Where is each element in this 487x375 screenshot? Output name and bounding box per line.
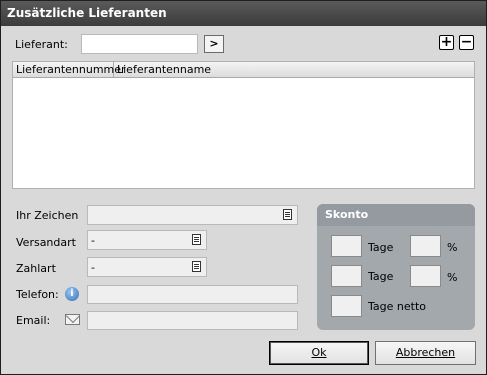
- column-header-lieferantenname[interactable]: Lieferantenname: [114, 62, 474, 78]
- skonto-title: Skonto: [317, 204, 475, 226]
- ok-button[interactable]: Ok: [269, 341, 369, 365]
- versandart-label: Versandart: [16, 236, 76, 249]
- skonto-percent-2[interactable]: [410, 265, 441, 287]
- email-field[interactable]: [87, 311, 298, 330]
- zahlart-value: -: [91, 261, 95, 274]
- window-title: Zusätzliche Lieferanten: [1, 1, 486, 26]
- document-list-icon[interactable]: [283, 209, 292, 220]
- lieferant-go-button[interactable]: >: [204, 35, 224, 53]
- column-header-lieferantennummer[interactable]: Lieferantennummer: [13, 62, 126, 78]
- skonto-days-1-label: Tage: [368, 241, 394, 254]
- email-label: Email:: [16, 314, 51, 327]
- zahlart-select[interactable]: -: [87, 257, 207, 277]
- zahlart-picker-icon[interactable]: [192, 261, 201, 272]
- skonto-days-netto-label: Tage netto: [368, 300, 426, 313]
- skonto-days-2[interactable]: [331, 265, 362, 287]
- ihr-zeichen-label: Ihr Zeichen: [16, 209, 79, 222]
- skonto-days-1[interactable]: [331, 235, 362, 257]
- telefon-label: Telefon:: [16, 288, 59, 301]
- skonto-days-2-label: Tage: [368, 270, 394, 283]
- add-icon[interactable]: +: [439, 35, 454, 50]
- skonto-percent-1[interactable]: [410, 235, 441, 257]
- versandart-picker-icon[interactable]: [192, 234, 201, 245]
- dialog-window: Zusätzliche Lieferanten Lieferant: > + −…: [0, 0, 487, 375]
- ok-button-label: Ok: [311, 346, 327, 359]
- envelope-icon[interactable]: [65, 314, 80, 325]
- skonto-panel: Skonto Tage % Tage % Tage netto: [317, 204, 475, 330]
- lieferant-label: Lieferant:: [15, 38, 68, 51]
- telefon-field[interactable]: [87, 285, 298, 304]
- cancel-button[interactable]: Abbrechen: [375, 341, 476, 365]
- skonto-days-netto[interactable]: [331, 295, 362, 317]
- lieferanten-table[interactable]: Lieferantennummer Lieferantenname: [12, 61, 475, 189]
- skonto-percent-2-label: %: [447, 271, 458, 284]
- lieferant-input[interactable]: [81, 34, 198, 54]
- versandart-select[interactable]: -: [87, 230, 207, 250]
- skonto-percent-1-label: %: [447, 241, 458, 254]
- remove-icon[interactable]: −: [459, 35, 474, 50]
- versandart-value: -: [91, 234, 95, 247]
- cancel-button-label: Abbrechen: [395, 346, 456, 359]
- zahlart-label: Zahlart: [16, 262, 56, 275]
- table-header: Lieferantennummer Lieferantenname: [13, 62, 474, 78]
- info-phone-icon[interactable]: i: [65, 287, 79, 301]
- ihr-zeichen-field[interactable]: [87, 205, 298, 225]
